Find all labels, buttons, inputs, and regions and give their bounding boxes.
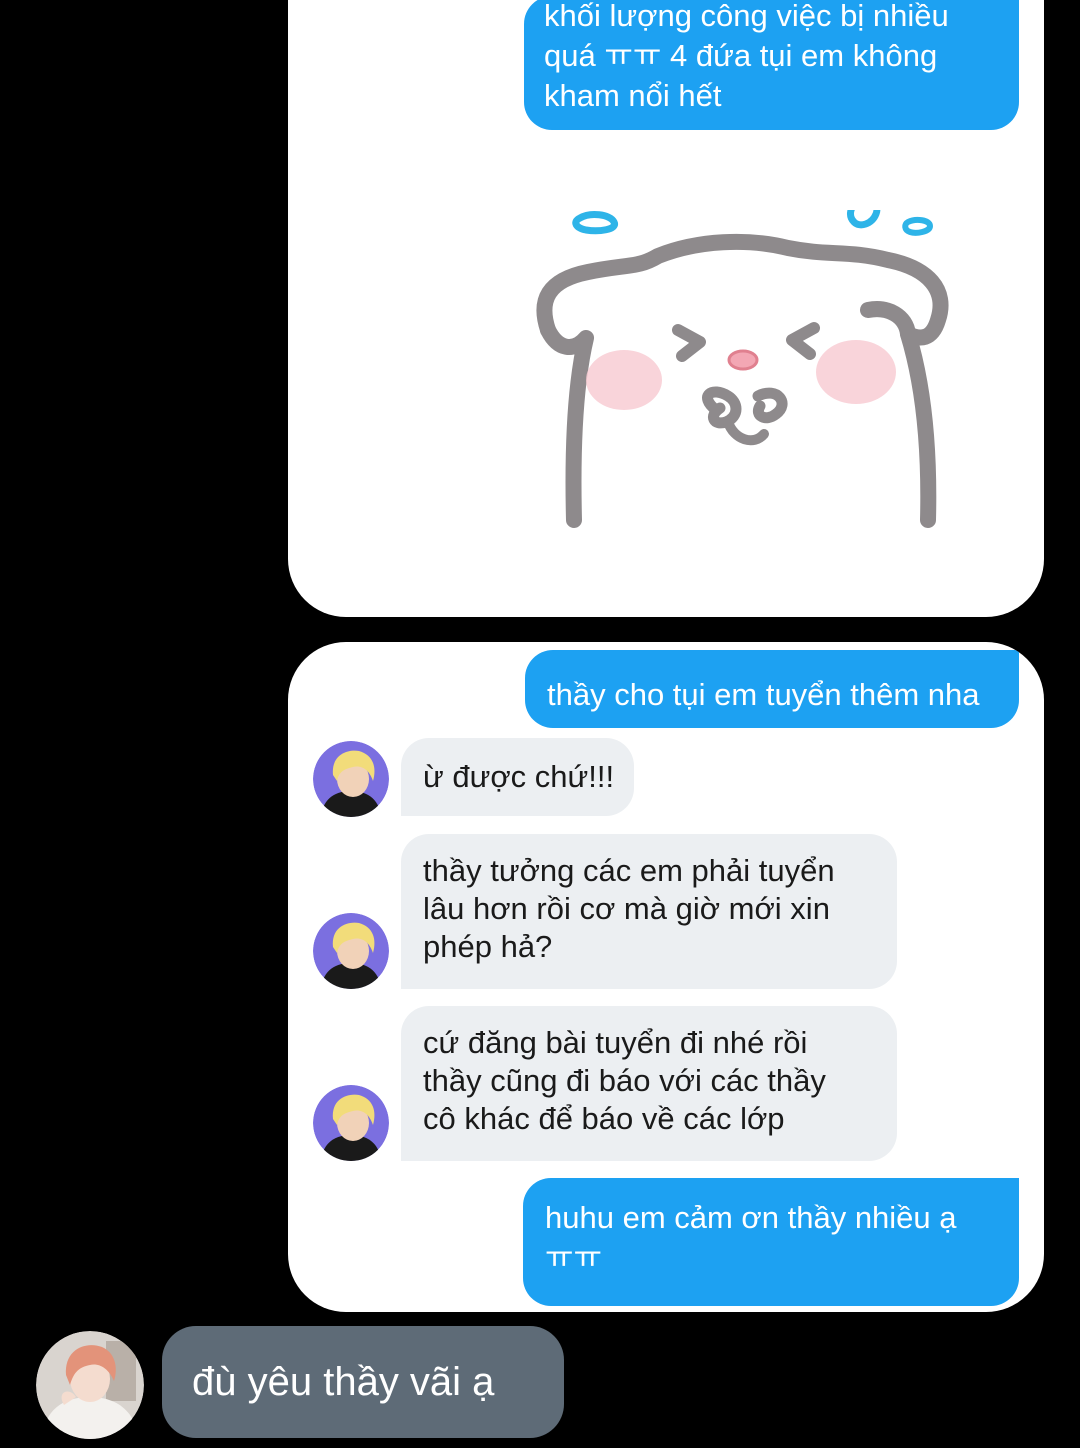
screenshot-card-bottom[interactable]: thầy cho tụi em tuyển thêm nha ừ được ch…: [288, 642, 1044, 1312]
incoming-message-bubble: thầy tưởng các em phải tuyển lâu hơn rồi…: [401, 834, 897, 989]
sweat-drop-icon: [847, 210, 881, 229]
sweat-drop-icon: [902, 216, 934, 236]
reply-message-bubble[interactable]: đù yêu thầy vãi ạ: [162, 1326, 564, 1438]
contact-avatar-icon: [313, 913, 389, 989]
contact-avatar-icon: [313, 1085, 389, 1161]
screenshot-card-top[interactable]: khối lượng công việc bị nhiều quá ㅠㅠ 4 đ…: [288, 0, 1044, 617]
outgoing-message-bubble: huhu em cảm ơn thầy nhiều ạ ㅠㅠ: [523, 1178, 1019, 1306]
user-avatar-icon[interactable]: [36, 1331, 144, 1439]
incoming-message-bubble: ừ được chứ!!!: [401, 738, 634, 816]
crying-bear-sticker-icon: [536, 210, 949, 528]
screen: khối lượng công việc bị nhiều quá ㅠㅠ 4 đ…: [0, 0, 1080, 1448]
outgoing-message-bubble: khối lượng công việc bị nhiều quá ㅠㅠ 4 đ…: [524, 0, 1019, 130]
incoming-message-bubble: cứ đăng bài tuyển đi nhé rồi thầy cũng đ…: [401, 1006, 897, 1161]
sweat-drop-icon: [572, 211, 618, 235]
contact-avatar-icon: [313, 741, 389, 817]
outgoing-message-bubble: thầy cho tụi em tuyển thêm nha: [525, 650, 1019, 728]
